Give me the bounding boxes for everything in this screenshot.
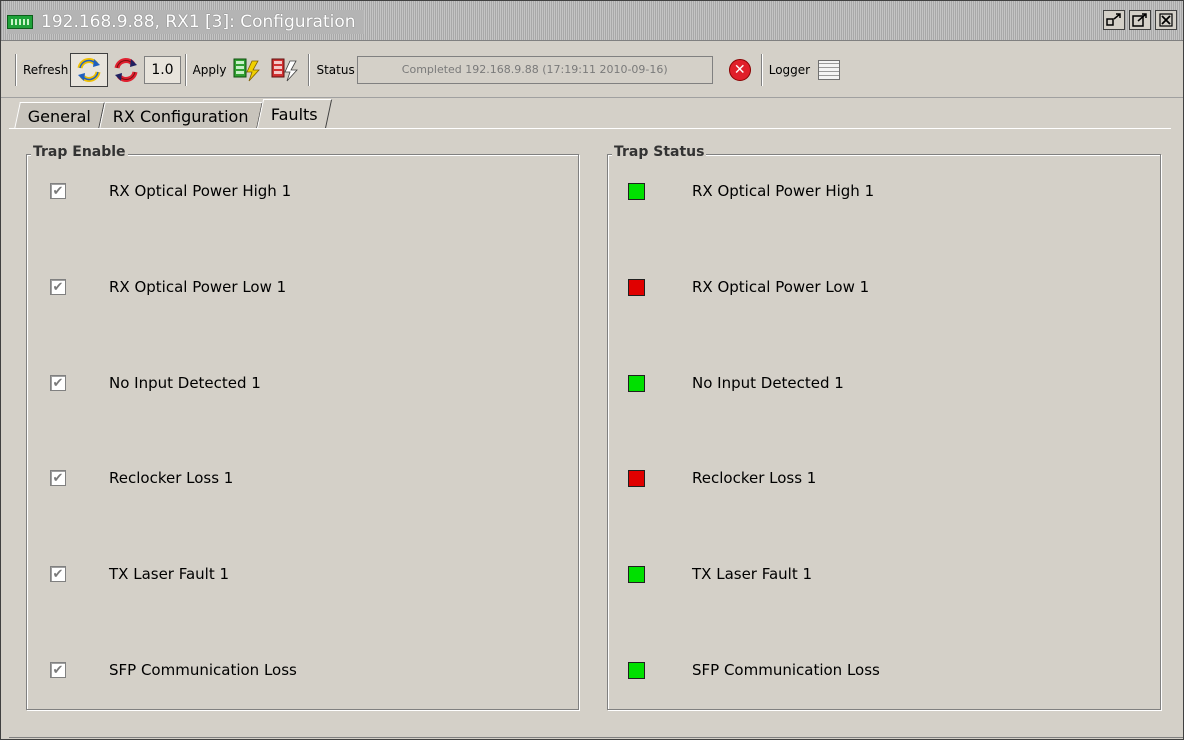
toolbar-separator: [184, 53, 187, 86]
title-bar[interactable]: 192.168.9.88, RX1 [3]: Configuration: [1, 1, 1183, 41]
trap-status-row: No Input Detected 1: [608, 371, 844, 395]
trap-enable-label: RX Optical Power Low 1: [109, 278, 287, 296]
window-title: 192.168.9.88, RX1 [3]: Configuration: [41, 12, 356, 32]
config-window: 192.168.9.88, RX1 [3]: Configuration Ref…: [0, 0, 1184, 740]
tab-divider: [9, 128, 1171, 129]
apply-all-icon: [271, 58, 299, 81]
status-led-icon: [628, 374, 645, 392]
refresh-interval-field[interactable]: 1.0: [144, 55, 181, 84]
trap-enable-checkbox[interactable]: ✔: [50, 375, 66, 391]
toolbar-separator: [760, 53, 763, 86]
trap-status-row: Reclocker Loss 1: [608, 466, 816, 490]
trap-status-group: Trap Status RX Optical Power High 1 RX Op…: [607, 144, 1161, 710]
error-icon[interactable]: ✕: [728, 58, 751, 81]
trap-enable-label: SFP Communication Loss: [109, 661, 297, 679]
toolbar-separator: [308, 53, 311, 86]
apply-all-button[interactable]: [266, 52, 305, 87]
trap-enable-checkbox[interactable]: ✔: [50, 566, 66, 582]
status-led-icon: [628, 661, 645, 679]
trap-enable-row[interactable]: ✔ TX Laser Fault 1: [27, 562, 229, 586]
tab-faults-label: Faults: [270, 104, 318, 124]
toolbar: Refresh 1.0 Apply Status Completed 192.1…: [1, 42, 1183, 98]
title-group: 192.168.9.88, RX1 [3]: Configuration: [7, 10, 364, 34]
logger-label: Logger: [768, 62, 811, 77]
close-icon[interactable]: [1155, 10, 1177, 30]
trap-status-label: Reclocker Loss 1: [692, 469, 817, 487]
trap-enable-row[interactable]: ✔ RX Optical Power Low 1: [27, 275, 286, 299]
trap-enable-row[interactable]: ✔ Reclocker Loss 1: [27, 466, 233, 490]
trap-status-row: RX Optical Power Low 1: [608, 275, 869, 299]
trap-status-label: No Input Detected 1: [692, 374, 844, 392]
trap-enable-row[interactable]: ✔ No Input Detected 1: [27, 371, 261, 395]
maximize-icon[interactable]: [1129, 10, 1151, 30]
auto-refresh-button[interactable]: [70, 52, 109, 87]
toolbar-separator: [15, 53, 17, 86]
apply-label: Apply: [192, 62, 227, 77]
trap-enable-checkbox[interactable]: ✔: [50, 183, 66, 199]
refresh-once-button[interactable]: [108, 52, 145, 87]
tab-general-label: General: [27, 106, 91, 126]
status-label: Status: [316, 62, 355, 77]
restore-icon[interactable]: [1103, 10, 1125, 30]
tab-rx-configuration-label: RX Configuration: [112, 106, 249, 126]
status-led-icon: [628, 278, 645, 296]
trap-status-label: TX Laser Fault 1: [692, 565, 813, 583]
tab-general[interactable]: General: [14, 102, 105, 129]
tab-faults[interactable]: Faults: [256, 99, 332, 129]
trap-enable-group: Trap Enable ✔ RX Optical Power High 1 ✔ RX …: [26, 144, 579, 710]
status-text: Completed 192.168.9.88 (17:19:11 2010-09…: [356, 55, 713, 84]
trap-status-label: RX Optical Power High 1: [692, 182, 875, 200]
trap-enable-label: No Input Detected 1: [109, 374, 261, 392]
app-icon: [7, 15, 33, 29]
trap-status-row: SFP Communication Loss: [608, 658, 880, 682]
trap-status-row: TX Laser Fault 1: [608, 562, 812, 586]
trap-enable-checkbox[interactable]: ✔: [50, 662, 66, 678]
logger-icon[interactable]: [818, 59, 841, 80]
trap-status-label: SFP Communication Loss: [692, 661, 880, 679]
trap-status-title: Trap Status: [612, 144, 707, 160]
trap-enable-checkbox[interactable]: ✔: [50, 279, 66, 295]
trap-enable-checkbox[interactable]: ✔: [50, 470, 66, 486]
tab-rx-configuration[interactable]: RX Configuration: [99, 102, 263, 129]
window-controls: [1103, 10, 1177, 30]
apply-button[interactable]: [228, 52, 267, 87]
trap-enable-label: Reclocker Loss 1: [109, 469, 234, 487]
refresh-label: Refresh: [23, 62, 69, 77]
trap-enable-label: RX Optical Power High 1: [109, 182, 292, 200]
apply-icon: [233, 58, 261, 81]
bottom-divider: [9, 737, 1183, 738]
trap-status-label: RX Optical Power Low 1: [692, 278, 870, 296]
status-led-icon: [628, 565, 645, 583]
auto-refresh-icon: [77, 57, 101, 82]
trap-enable-row[interactable]: ✔ SFP Communication Loss: [27, 658, 297, 682]
tab-bar: General RX Configuration Faults: [14, 99, 332, 129]
refresh-once-icon: [114, 57, 138, 82]
trap-enable-label: TX Laser Fault 1: [109, 565, 230, 583]
trap-status-row: RX Optical Power High 1: [608, 179, 874, 203]
status-led-icon: [628, 469, 645, 487]
status-led-icon: [628, 182, 645, 200]
trap-enable-row[interactable]: ✔ RX Optical Power High 1: [27, 179, 291, 203]
trap-enable-title: Trap Enable: [31, 144, 128, 160]
